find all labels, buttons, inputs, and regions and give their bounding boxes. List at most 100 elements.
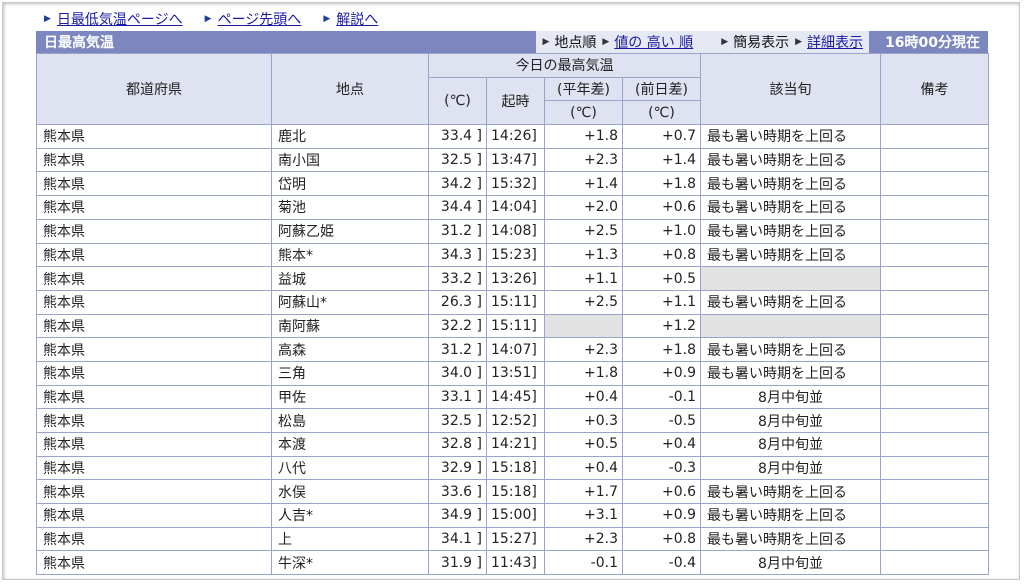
cell-time: 15:32] xyxy=(486,171,545,197)
cell-remarks xyxy=(880,124,989,149)
observation-time: 16時00分現在 xyxy=(885,35,980,51)
cell-period xyxy=(700,266,881,291)
min-temp-link[interactable]: 日最低気温ページへ xyxy=(57,9,183,29)
table-row: 熊本県 阿蘇山* 26.3 ] 15:11] +2.5 +1.1 最も暑い時期を上回る xyxy=(36,289,989,315)
cell-station: 水俣 xyxy=(271,479,429,505)
cell-time: 15:27] xyxy=(486,526,545,552)
cell-prev-diff: +0.9 xyxy=(622,503,701,528)
cell-station: 本渡 xyxy=(271,432,429,457)
cell-prev-diff: -0.5 xyxy=(622,408,701,433)
cell-time: 15:11] xyxy=(486,313,545,339)
table-row: 熊本県 菊池 34.4 ] 14:04] +2.0 +0.6 最も暑い時期を上回る xyxy=(36,195,989,220)
explanation-link[interactable]: 解説へ xyxy=(336,9,378,29)
cell-period: 8月中旬並 xyxy=(700,432,881,457)
cell-station: 三角 xyxy=(271,360,429,386)
triangle-right-icon: ▶ xyxy=(204,14,212,24)
cell-prev-diff: +0.8 xyxy=(622,242,701,268)
table-row: 熊本県 阿蘇乙姫 31.2 ] 14:08] +2.5 +1.0 最も暑い時期を上回る xyxy=(36,218,989,244)
table-row: 熊本県 益城 33.2 ] 13:26] +1.1 +0.5 xyxy=(36,266,989,291)
cell-time: 15:18] xyxy=(486,479,545,505)
cell-normal-diff: +1.1 xyxy=(544,266,623,291)
cell-prefecture: 熊本県 xyxy=(36,289,272,315)
cell-prefecture: 熊本県 xyxy=(36,147,272,173)
cell-normal-diff: +0.4 xyxy=(544,455,623,481)
cell-period: 最も暑い時期を上回る xyxy=(700,147,881,173)
top-nav: ▶ 日最低気温ページへ ▶ ページ先頭へ ▶ 解説へ xyxy=(44,9,400,29)
col-value: (℃) xyxy=(428,76,487,126)
cell-prev-diff: -0.1 xyxy=(622,384,701,410)
cell-prev-diff: +0.5 xyxy=(622,266,701,291)
cell-max-temp: 34.4 ] xyxy=(428,195,487,220)
cell-remarks xyxy=(880,171,989,197)
cell-normal-diff: +1.4 xyxy=(544,171,623,197)
col-time: 起時 xyxy=(486,76,545,126)
cell-max-temp: 31.9 ] xyxy=(428,550,487,576)
control-group: ▶ 地点順 ▶ 値の 高い 順 ▶ 簡易表示 ▶ 詳細表示 xyxy=(536,31,870,53)
cell-period: 最も暑い時期を上回る xyxy=(700,526,881,552)
nav-item-page-top: ▶ ページ先頭へ xyxy=(205,9,302,29)
triangle-right-icon: ▶ xyxy=(795,37,803,47)
cell-prev-diff: +1.8 xyxy=(622,171,701,197)
cell-remarks xyxy=(880,384,989,410)
cell-prev-diff: +1.1 xyxy=(622,289,701,315)
cell-time: 12:52] xyxy=(486,408,545,433)
cell-time: 13:26] xyxy=(486,266,545,291)
cell-period: 最も暑い時期を上回る xyxy=(700,337,881,362)
cell-normal-diff: +0.5 xyxy=(544,432,623,457)
col-normal-diff-unit: (℃) xyxy=(544,100,623,126)
cell-time: 13:47] xyxy=(486,147,545,173)
sort-by-value-link[interactable]: 値の 高い 順 xyxy=(614,32,693,52)
cell-normal-diff: +1.8 xyxy=(544,124,623,149)
cell-prefecture: 熊本県 xyxy=(36,455,272,481)
cell-remarks xyxy=(880,242,989,268)
col-station: 地点 xyxy=(271,52,429,126)
cell-normal-diff: +1.3 xyxy=(544,242,623,268)
cell-max-temp: 34.2 ] xyxy=(428,171,487,197)
cell-period: 最も暑い時期を上回る xyxy=(700,360,881,386)
cell-time: 13:51] xyxy=(486,360,545,386)
cell-max-temp: 34.3 ] xyxy=(428,242,487,268)
triangle-right-icon: ▶ xyxy=(602,37,610,47)
cell-prev-diff: +0.4 xyxy=(622,432,701,457)
col-prev-diff-unit: (℃) xyxy=(622,100,701,126)
cell-remarks xyxy=(880,337,989,362)
cell-time: 14:45] xyxy=(486,384,545,410)
cell-remarks xyxy=(880,550,989,576)
sort-by-station-label: 地点順 xyxy=(554,35,597,51)
cell-station: 阿蘇乙姫 xyxy=(271,218,429,244)
header-controls: ▶ 地点順 ▶ 値の 高い 順 ▶ 簡易表示 ▶ 詳細表示 16時00分現在 xyxy=(536,31,988,53)
cell-period: 最も暑い時期を上回る xyxy=(700,171,881,197)
cell-period: 最も暑い時期を上回る xyxy=(700,218,881,244)
cell-period: 8月中旬並 xyxy=(700,408,881,433)
cell-max-temp: 32.8 ] xyxy=(428,432,487,457)
cell-station: 甲佐 xyxy=(271,384,429,410)
table-row: 熊本県上 34.1 ] 15:27] +2.3 +0.8 最も暑い時期を上回る xyxy=(36,526,989,552)
cell-station: 松島 xyxy=(271,408,429,433)
cell-remarks xyxy=(880,313,989,339)
table-row: 熊本県 本渡 32.8 ] 14:21] +0.5 +0.4 8月中旬並 xyxy=(36,432,989,457)
simple-view-label: 簡易表示 xyxy=(733,35,790,51)
cell-remarks xyxy=(880,503,989,528)
cell-prefecture: 熊本県 xyxy=(36,124,272,149)
cell-period: 最も暑い時期を上回る xyxy=(700,242,881,268)
cell-prefecture: 熊本県 xyxy=(36,337,272,362)
cell-normal-diff: +1.7 xyxy=(544,479,623,505)
cell-station: 熊本* xyxy=(271,242,429,268)
table-row: 熊本県 南阿蘇 32.2 ] 15:11] +1.2 xyxy=(36,313,989,339)
table-row: 熊本県 鹿北 33.4 ] 14:26] +1.8 +0.7 最も暑い時期を上回る xyxy=(36,124,989,149)
cell-max-temp: 32.5 ] xyxy=(428,408,487,433)
cell-remarks xyxy=(880,408,989,433)
cell-prev-diff: +0.8 xyxy=(622,526,701,552)
table-row: 熊本県 南小国 32.5 ] 13:47] +2.3 +1.4 最も暑い時期を上回る xyxy=(36,147,989,173)
page-top-link[interactable]: ページ先頭へ xyxy=(218,9,302,29)
cell-prefecture: 熊本県 xyxy=(36,384,272,410)
cell-period: 最も暑い時期を上回る xyxy=(700,479,881,505)
cell-time: 14:07] xyxy=(486,337,545,362)
cell-period: 8月中旬並 xyxy=(700,455,881,481)
triangle-right-icon: ▶ xyxy=(721,37,729,47)
cell-normal-diff: +2.3 xyxy=(544,337,623,362)
cell-normal-diff: +2.5 xyxy=(544,289,623,315)
table-body: 熊本県 鹿北 33.4 ] 14:26] +1.8 +0.7 最も暑い時期を上回る 熊本県 南小… xyxy=(36,124,989,576)
cell-station: 人吉* xyxy=(271,503,429,528)
detail-view-link[interactable]: 詳細表示 xyxy=(807,32,863,52)
